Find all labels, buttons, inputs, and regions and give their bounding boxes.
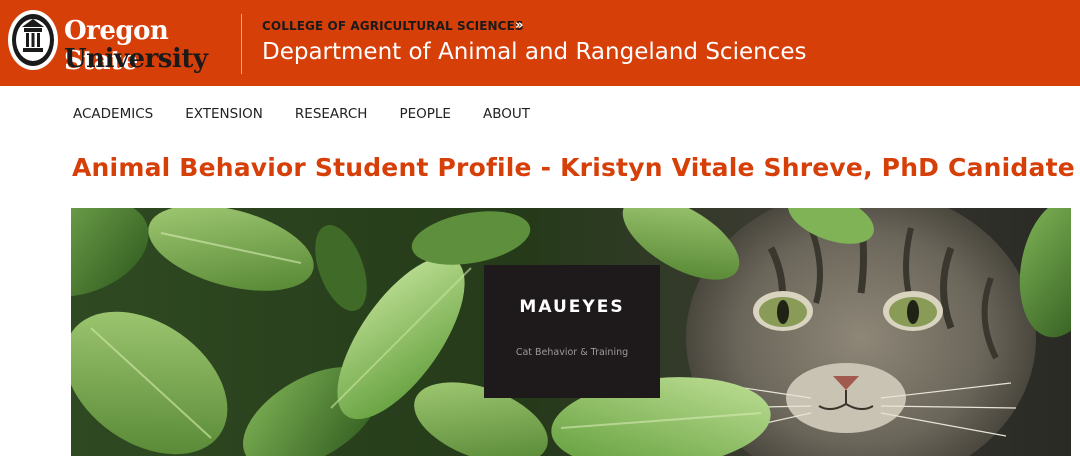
hero-card-title: MAUEYES (519, 297, 625, 317)
nav-item-academics[interactable]: ACADEMICS (73, 106, 153, 126)
nav-item-about[interactable]: ABOUT (483, 106, 530, 126)
main-nav: ACADEMICS EXTENSION RESEARCH PEOPLE ABOU… (73, 106, 562, 126)
logo-text-university: University (64, 44, 208, 74)
site-header: Oregon State University COLLEGE OF AGRIC… (0, 0, 1080, 86)
header-divider (241, 14, 242, 74)
hero-image: MAUEYES Cat Behavior & Training (71, 208, 1071, 456)
nav-item-research[interactable]: RESEARCH (295, 106, 368, 126)
osu-logo[interactable]: Oregon State University (6, 6, 231, 76)
college-link[interactable]: COLLEGE OF AGRICULTURAL SCIENCES (262, 19, 524, 33)
hero-card-subtitle: Cat Behavior & Training (515, 347, 629, 358)
chevron-right-icon: » (515, 18, 524, 33)
hero-brand-card[interactable]: MAUEYES Cat Behavior & Training (484, 265, 660, 398)
department-title[interactable]: Department of Animal and Rangeland Scien… (262, 39, 806, 65)
osu-seal-icon (8, 10, 58, 70)
page-title: Animal Behavior Student Profile - Kristy… (72, 153, 1075, 182)
nav-item-extension[interactable]: EXTENSION (185, 106, 263, 126)
nav-item-people[interactable]: PEOPLE (399, 106, 451, 126)
